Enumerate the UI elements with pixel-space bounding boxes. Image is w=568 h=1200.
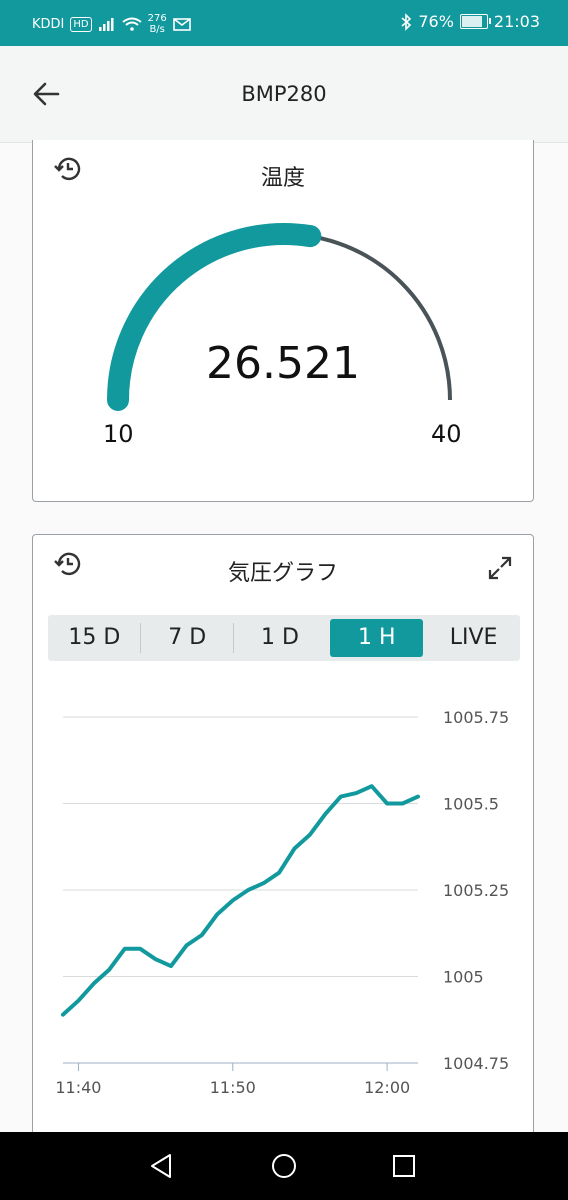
nav-recents-icon[interactable]	[388, 1150, 420, 1182]
y-tick-label: 1005.25	[443, 881, 509, 900]
data-point	[247, 889, 249, 891]
data-point	[402, 803, 404, 804]
pressure-card: 気圧グラフ 15 D 7 D 1 D 1 H LIVE 1005.75 1005.…	[32, 534, 534, 1174]
data-point	[216, 913, 218, 915]
data-point	[309, 834, 311, 836]
data-point	[355, 792, 357, 794]
gauge-max-label: 40	[431, 420, 462, 448]
data-point	[294, 847, 296, 849]
status-bar: KDDI HD 276 B/s 76% 21:03	[0, 0, 568, 46]
bluetooth-icon	[401, 12, 412, 31]
x-tick-label: 11:50	[210, 1078, 256, 1097]
temperature-value: 26.521	[206, 338, 360, 389]
battery-icon	[459, 14, 491, 29]
page-title: BMP280	[241, 82, 327, 106]
y-tick-label: 1005.5	[443, 795, 499, 814]
tab-1h[interactable]: 1 H	[330, 619, 424, 657]
tab-15d[interactable]: 15 D	[48, 619, 141, 657]
temperature-title: 温度	[260, 166, 305, 191]
tab-1d[interactable]: 1 D	[234, 619, 327, 657]
nav-home-icon[interactable]	[268, 1150, 300, 1182]
pressure-chart-title: 気圧グラフ	[227, 561, 338, 586]
data-point	[386, 803, 388, 804]
data-point	[62, 1014, 64, 1016]
data-point	[124, 948, 126, 950]
data-point	[278, 872, 280, 874]
data-point	[201, 934, 203, 936]
data-point	[340, 796, 342, 798]
data-point	[263, 882, 265, 884]
signal-icon	[98, 18, 114, 31]
data-point	[155, 958, 157, 960]
data-point	[417, 796, 419, 798]
nav-back-icon[interactable]	[146, 1150, 178, 1182]
network-speed: 276 B/s	[147, 13, 167, 35]
y-tick-label: 1005.75	[443, 708, 509, 727]
x-tick-label: 12:00	[364, 1078, 410, 1097]
data-point	[108, 969, 110, 971]
data-point	[170, 965, 172, 967]
app-bar: BMP280	[0, 46, 568, 143]
clock: 21:03	[493, 12, 540, 31]
battery-percent: 76%	[418, 12, 454, 31]
carrier-label: KDDI	[32, 16, 65, 32]
hd-badge: HD	[70, 16, 92, 32]
pressure-series-line	[61, 784, 420, 1017]
y-tick-label: 1004.75	[443, 1054, 509, 1073]
tab-7d[interactable]: 7 D	[141, 619, 234, 657]
data-point	[139, 948, 141, 950]
mail-icon	[172, 17, 191, 31]
y-tick-label: 1005	[443, 968, 484, 987]
gauge-min-label: 10	[103, 420, 134, 448]
pressure-line-chart: 1005.75 1005.5 1005.25 1005 1004.75 11:40 11:5…	[55, 708, 509, 1097]
data-point	[371, 785, 373, 787]
data-point	[93, 982, 95, 984]
wifi-icon	[122, 17, 142, 31]
x-tick-label: 11:40	[55, 1078, 101, 1097]
tab-live[interactable]: LIVE	[427, 619, 520, 657]
data-point	[232, 899, 234, 901]
temperature-card: 温度 26.521 10 40	[32, 140, 534, 502]
navigation-bar	[0, 1132, 568, 1200]
data-point	[324, 813, 326, 815]
data-point	[77, 1000, 79, 1002]
data-point	[185, 944, 187, 946]
time-range-tabs: 15 D 7 D 1 D 1 H LIVE	[48, 615, 520, 661]
expand-icon[interactable]	[487, 555, 513, 581]
